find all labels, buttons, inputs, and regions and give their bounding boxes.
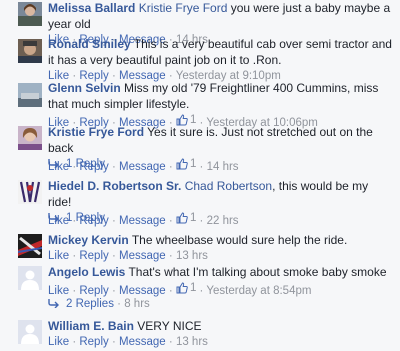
comment-mention[interactable]: Kristie Frye Ford [139,1,228,15]
comment-timestamp[interactable]: 13 hrs [176,250,208,262]
message-button[interactable]: Message [119,336,166,348]
reply-arrow-icon [48,213,59,222]
message-button[interactable]: Message [119,161,166,173]
comment-mention[interactable]: Chad Robertson [185,179,272,193]
like-count[interactable]: 1 [176,156,196,172]
thumbs-up-icon [176,158,188,170]
reply-arrow-icon [48,159,59,168]
avatar[interactable] [18,234,42,258]
thumbs-up-icon [176,212,188,224]
reply-button[interactable]: Reply [79,250,108,262]
avatar[interactable] [18,126,42,150]
comment-author[interactable]: Mickey Kervin [48,233,129,247]
message-button[interactable]: Message [119,250,166,262]
comment-meta: Like · Reply · Message · 13 hrs [48,336,208,348]
comment-text: VERY NICE [133,319,202,333]
like-count[interactable]: 1 [176,280,196,296]
like-button[interactable]: Like [48,285,69,297]
reply-button[interactable]: Reply [79,285,108,297]
like-button[interactable]: Like [48,336,69,348]
comment-timestamp[interactable]: 13 hrs [176,336,208,348]
view-replies-link[interactable]: 1 Reply [48,211,105,225]
comment-author[interactable]: William E. Bain [48,319,134,333]
message-button[interactable]: Message [119,215,166,227]
comments-feed: Melissa Ballard Kristie Frye Ford you we… [0,0,400,351]
avatar[interactable] [18,39,42,63]
thumbs-up-icon [176,282,188,294]
view-replies-link[interactable]: 2 Replies · 8 hrs [48,297,150,311]
avatar[interactable] [18,320,42,344]
comment-text: That's what I'm talking about smoke baby… [125,265,387,279]
reply-timestamp[interactable]: 8 hrs [124,298,150,310]
comment-text: The wheelbase would sure help the ride. [128,233,348,247]
reply-arrow-icon [48,299,59,308]
comment-author[interactable]: Glenn Selvin [48,81,121,95]
avatar[interactable] [18,83,42,107]
comment-author[interactable]: Hiedel D. Robertson Sr. [48,179,181,193]
avatar[interactable] [18,2,42,26]
comment-meta: Like · Reply · Message · 13 hrs [48,250,208,262]
avatar[interactable] [18,266,42,290]
avatar[interactable] [18,180,42,204]
like-count[interactable]: 1 [176,210,196,226]
comment-timestamp[interactable]: 22 hrs [207,215,239,227]
comment-author[interactable]: Angelo Lewis [48,265,125,279]
comment-timestamp[interactable]: Yesterday at 8:54pm [206,285,311,297]
comment-timestamp[interactable]: 14 hrs [207,161,239,173]
comment-author[interactable]: Melissa Ballard [48,1,135,15]
message-button[interactable]: Message [119,285,166,297]
reply-button[interactable]: Reply [79,336,108,348]
like-button[interactable]: Like [48,250,69,262]
view-replies-link[interactable]: 1 Reply [48,157,105,171]
comment-author[interactable]: Ronald Smiley [48,37,131,51]
comment-author[interactable]: Kristie Frye Ford [48,125,144,139]
